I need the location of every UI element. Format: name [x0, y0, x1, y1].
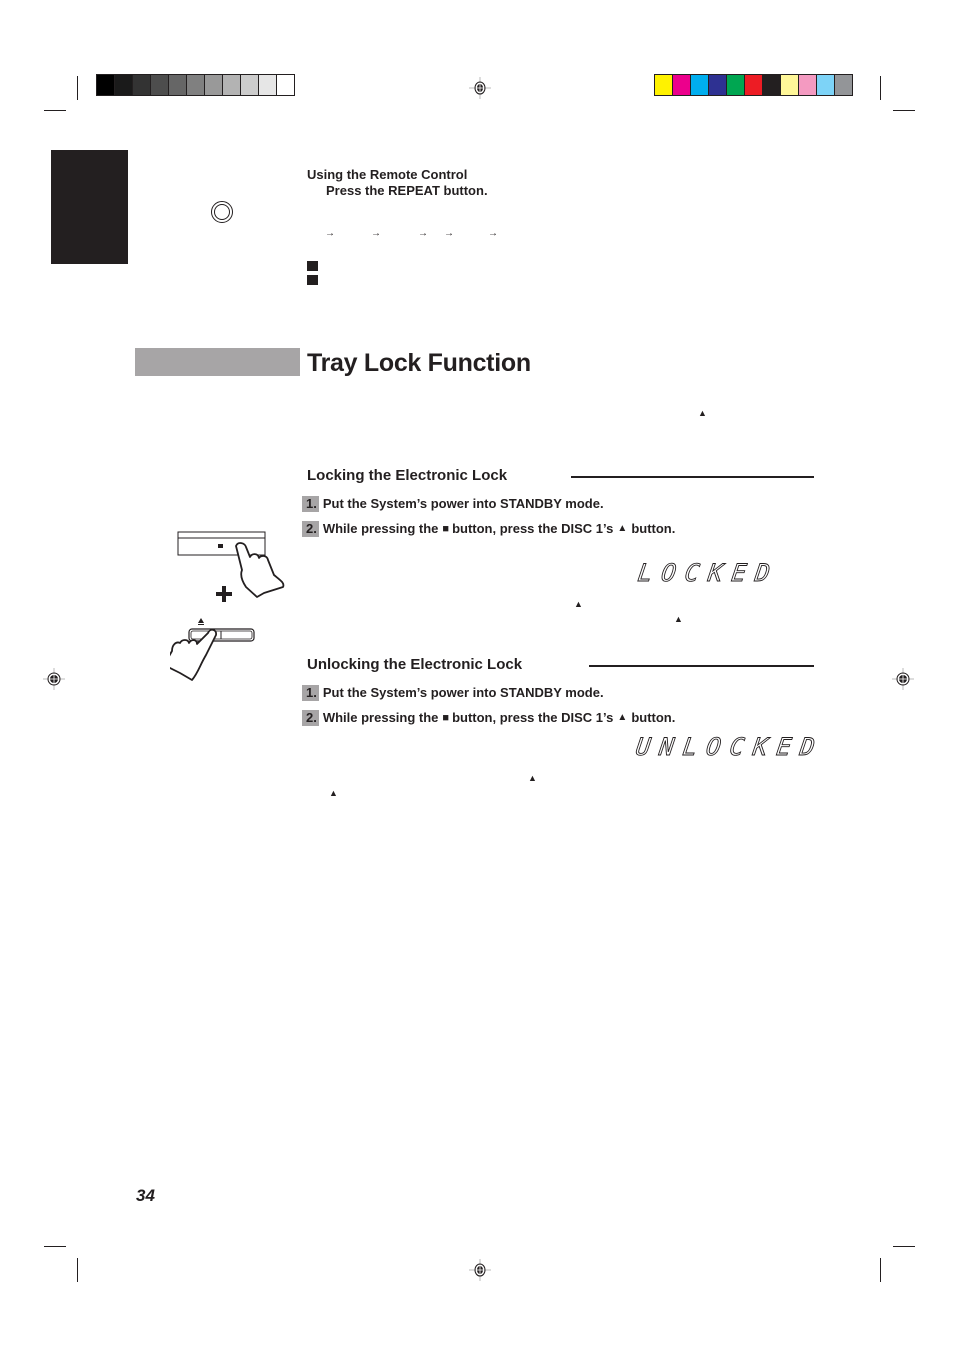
eject-icon [198, 618, 204, 623]
repeat-button-icon [211, 201, 233, 223]
unlocking-step-2: 2. While pressing the ■ button, press th… [302, 710, 675, 726]
registration-mark-icon [469, 1259, 491, 1281]
color-swatch [745, 75, 763, 95]
locking-step-1: 1. Put the System’s power into STANDBY m… [302, 496, 604, 512]
arrow-right-icon: → [488, 228, 498, 239]
button-press-illustration [170, 531, 285, 681]
color-swatch [259, 75, 277, 95]
step-text: Put the System’s power into STANDBY mode… [322, 496, 604, 511]
registration-mark-icon [892, 668, 914, 690]
color-calibration-bar [654, 74, 853, 96]
step-text: button. [631, 710, 676, 725]
color-swatch [187, 75, 205, 95]
crop-mark [77, 1258, 78, 1282]
remote-control-step: Press the REPEAT button. [326, 183, 488, 198]
color-swatch [115, 75, 133, 95]
eject-icon: ▲ [674, 614, 683, 624]
color-swatch [817, 75, 835, 95]
color-swatch [799, 75, 817, 95]
arrow-right-icon: → [418, 228, 428, 239]
step-text: button, press the DISC 1’s [452, 710, 614, 725]
color-swatch [241, 75, 259, 95]
crop-mark [880, 76, 881, 100]
heading-rule [571, 476, 814, 478]
color-swatch [835, 75, 852, 95]
color-swatch [763, 75, 781, 95]
color-swatch [133, 75, 151, 95]
arrow-right-icon: → [371, 228, 381, 239]
color-swatch [673, 75, 691, 95]
locking-heading: Locking the Electronic Lock [307, 467, 508, 484]
lcd-display-unlocked: UNLOCKED [634, 733, 826, 762]
locking-step-2: 2. While pressing the ■ button, press th… [302, 521, 675, 537]
color-swatch [709, 75, 727, 95]
color-swatch [655, 75, 673, 95]
grayscale-calibration-bar [96, 74, 295, 96]
step-text: button. [631, 521, 676, 536]
color-swatch [781, 75, 799, 95]
color-swatch [277, 75, 294, 95]
crop-mark [44, 1246, 66, 1247]
crop-mark [77, 76, 78, 100]
indicator-square-icon [307, 261, 318, 271]
crop-mark [880, 1258, 881, 1282]
color-swatch [97, 75, 115, 95]
color-swatch [691, 75, 709, 95]
step-text: While pressing the [322, 521, 439, 536]
eject-icon: ▲ [617, 523, 628, 534]
crop-mark [44, 110, 66, 111]
eject-icon: ▲ [617, 712, 628, 723]
step-number: 2. [302, 521, 319, 537]
step-text: Put the System’s power into STANDBY mode… [322, 685, 604, 700]
front-panel-illustration [177, 531, 266, 556]
color-swatch [151, 75, 169, 95]
step-text: button, press the DISC 1’s [452, 521, 614, 536]
eject-icon: ▲ [698, 408, 707, 418]
lcd-display-locked: LOCKED [636, 559, 782, 588]
eject-icon: ▲ [329, 788, 338, 798]
crop-mark [893, 110, 915, 111]
color-swatch [727, 75, 745, 95]
arrow-right-icon: → [325, 228, 335, 239]
registration-mark-icon [43, 668, 65, 690]
unlocking-step-1: 1. Put the System’s power into STANDBY m… [302, 685, 604, 701]
indicator-square-icon [307, 275, 318, 285]
section-marker-bar [135, 348, 300, 376]
unlocking-heading: Unlocking the Electronic Lock [307, 656, 523, 673]
step-number: 2. [302, 710, 319, 726]
step-number: 1. [302, 685, 319, 701]
language-side-tab [51, 150, 128, 264]
heading-rule [589, 665, 814, 667]
color-swatch [169, 75, 187, 95]
remote-control-heading: Using the Remote Control [307, 167, 468, 182]
color-swatch [205, 75, 223, 95]
stop-button-icon [218, 544, 223, 548]
eject-icon: ▲ [528, 773, 537, 783]
step-text: While pressing the [322, 710, 439, 725]
crop-mark [893, 1246, 915, 1247]
stop-icon: ■ [442, 523, 450, 535]
stop-icon: ■ [442, 712, 450, 724]
color-swatch [223, 75, 241, 95]
page-number: 34 [136, 1186, 155, 1205]
registration-mark-icon [469, 77, 491, 99]
eject-icon: ▲ [574, 599, 583, 609]
arrow-right-icon: → [444, 228, 454, 239]
section-title: Tray Lock Function [307, 349, 531, 377]
step-number: 1. [302, 496, 319, 512]
